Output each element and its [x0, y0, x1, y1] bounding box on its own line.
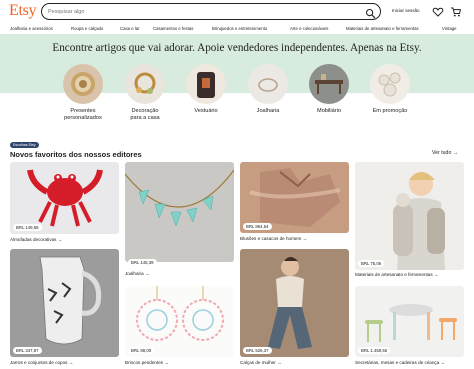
category-label: Decoração para a casa — [130, 108, 160, 121]
arrow-right-icon: → — [144, 271, 150, 276]
price-tag: BRL 1.459,55 — [358, 347, 391, 354]
card-caption: Almofadas decorativas → — [10, 237, 63, 242]
nav-art-collectibles[interactable]: Arte e colecionáveis — [290, 26, 328, 31]
category-image — [309, 64, 349, 104]
card-caption: Blusões e casacos de homem → — [240, 236, 308, 241]
category-label: Vestuário — [194, 108, 218, 114]
price-tag: BRL 864,54 — [243, 223, 272, 230]
heart-icon — [432, 7, 444, 17]
cart-button[interactable] — [450, 5, 462, 17]
etsy-picks-badge: Escolhas Etsy — [10, 142, 39, 148]
card-caption: Calças de mulher → — [240, 360, 282, 365]
category-label: Em promoção — [372, 108, 408, 114]
etsy-logo[interactable]: Etsy — [9, 2, 37, 20]
category-on-sale[interactable]: Em promoção — [360, 64, 420, 115]
price-tag: BRL 149,58 — [13, 224, 42, 231]
price-tag: BRL 347,87 — [13, 347, 42, 354]
nav-weddings-parties[interactable]: Casamentos e festas — [153, 26, 193, 31]
search-icon — [365, 8, 376, 19]
category-jewelry[interactable]: Joalharia — [238, 64, 298, 115]
category-label: Mobiliário — [317, 108, 341, 114]
category-personalized-gifts[interactable]: Presentes personalizados — [53, 64, 113, 121]
nav-craft-supplies[interactable]: Materiais de artesanato e ferramentas — [346, 26, 419, 31]
product-image — [125, 162, 234, 262]
card-caption: Materiais de artesanato e ferramentas → — [355, 272, 439, 277]
arrow-right-icon: → — [57, 237, 63, 242]
category-clothing[interactable]: Vestuário — [176, 64, 236, 115]
search-button[interactable] — [365, 6, 376, 19]
product-image — [240, 249, 349, 357]
arrow-right-icon: → — [68, 360, 74, 365]
card-caption: Brincos pendentes → — [125, 360, 169, 365]
sign-in-link[interactable]: Iniciar sessão — [392, 8, 420, 13]
nav-jewelry-accessories[interactable]: Joalharia e acessórios — [10, 26, 53, 31]
nav-home-living[interactable]: Casa e lar — [120, 26, 140, 31]
arrow-right-icon: → — [433, 272, 439, 277]
arrow-right-icon: → — [440, 360, 446, 365]
nav-clothing-shoes[interactable]: Roupa e calçado — [71, 26, 103, 31]
arrow-right-icon: → — [452, 150, 458, 156]
hero-title: Encontre artigos que vai adorar. Apoie v… — [52, 42, 422, 54]
category-nav: Joalharia e acessórios Roupa e calçado C… — [0, 24, 474, 34]
search-input[interactable] — [48, 6, 348, 17]
category-image — [370, 64, 410, 104]
header: Etsy Iniciar sessão — [0, 0, 474, 24]
price-tag: BRL 98,00 — [128, 347, 155, 354]
category-image — [125, 64, 165, 104]
search-bar — [41, 3, 381, 20]
cart-icon — [451, 7, 461, 17]
nav-toys-entertainment[interactable]: Brinquedos e entretenimento — [212, 26, 267, 31]
category-home-decor[interactable]: Decoração para a casa — [115, 64, 175, 121]
arrow-right-icon: → — [302, 236, 308, 241]
price-tag: BRL 75,06 — [358, 260, 385, 267]
card-caption: Jarros e conjuntos de copos → — [10, 360, 74, 365]
card-caption: Secretárias, mesas e cadeiras de criança… — [355, 360, 446, 365]
price-tag: BRL 526,37 — [243, 347, 272, 354]
category-image — [63, 64, 103, 104]
section-title: Novos favoritos dos nossos editores — [10, 150, 142, 159]
arrow-right-icon: → — [277, 360, 282, 365]
category-label: Joalharia — [256, 108, 280, 114]
product-image — [355, 162, 464, 270]
price-tag: BRL 145,39 — [128, 259, 157, 266]
product-image — [10, 249, 119, 357]
arrow-right-icon: → — [164, 360, 169, 365]
card-caption: Joalharia → — [125, 271, 150, 276]
category-image — [186, 64, 226, 104]
category-image — [248, 64, 288, 104]
favorites-button[interactable] — [432, 5, 444, 17]
nav-vintage[interactable]: Vintage — [442, 26, 457, 31]
see-all-link[interactable]: Ver tudo → — [432, 150, 458, 156]
category-label: Presentes personalizados — [64, 108, 102, 121]
category-furniture[interactable]: Mobiliário — [299, 64, 359, 115]
